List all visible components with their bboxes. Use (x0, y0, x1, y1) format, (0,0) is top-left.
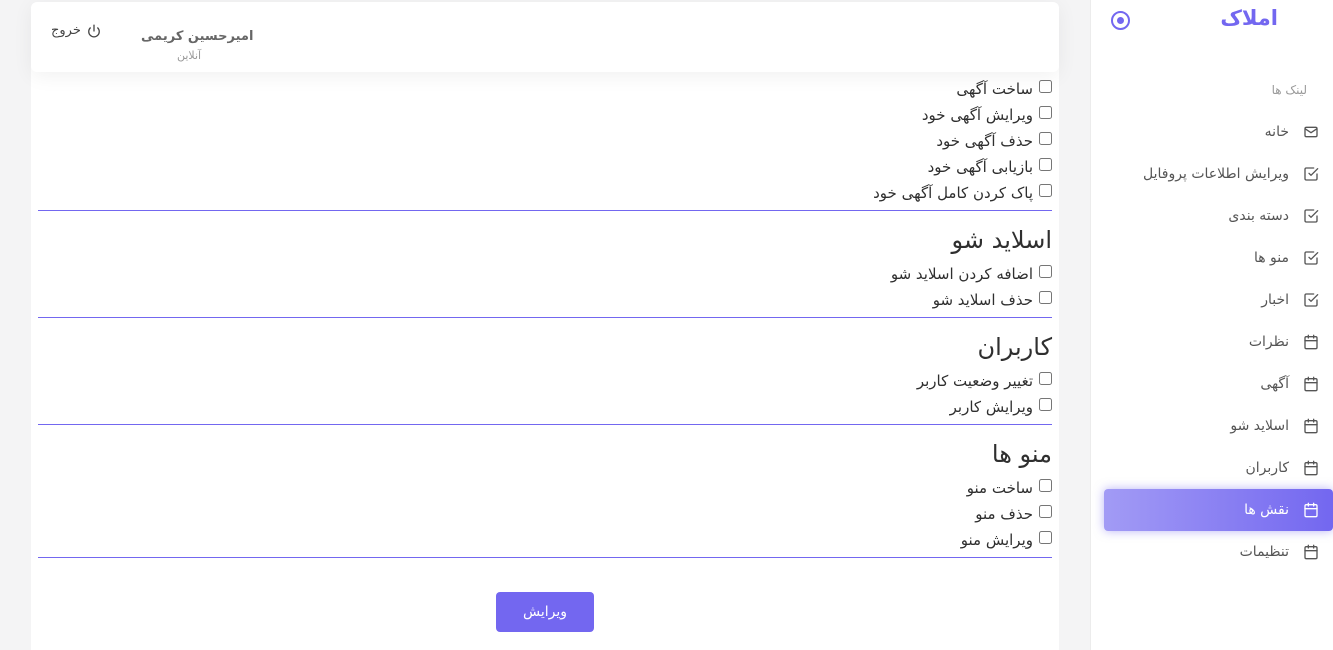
sidebar-item[interactable]: تنظیمات (1090, 531, 1333, 573)
sidebar-item[interactable]: اسلاید شو (1090, 405, 1333, 447)
section-title-menus: منو ها (991, 440, 1052, 468)
calendar-icon (1303, 418, 1319, 434)
sidebar-item[interactable]: دسته بندی (1090, 195, 1333, 237)
role-edit-card: ساخت آگهی ویرایش آگهی خود حذف آگهی خود ب… (31, 10, 1059, 650)
permissions-form: ساخت آگهی ویرایش آگهی خود حذف آگهی خود ب… (38, 62, 1052, 558)
permission-item[interactable]: ساخت منو (38, 475, 1052, 501)
permission-item[interactable]: حذف منو (38, 501, 1052, 527)
permission-item[interactable]: ساخت آگهی (38, 76, 1052, 102)
sidebar-toggle-icon[interactable] (1111, 11, 1130, 30)
sidebar-item[interactable]: ویرایش اطلاعات پروفایل (1090, 153, 1333, 195)
permission-checkbox[interactable] (1039, 397, 1052, 411)
sidebar-item-label: اسلاید شو (1230, 418, 1289, 434)
calendar-icon (1303, 544, 1319, 560)
permission-item[interactable]: ویرایش منو (38, 527, 1052, 553)
permission-checkbox[interactable] (1039, 79, 1052, 93)
permission-checkbox[interactable] (1039, 371, 1052, 385)
permission-item[interactable]: اضافه کردن اسلاید شو (38, 261, 1052, 287)
permission-checkbox[interactable] (1039, 105, 1052, 119)
user-name: امیرحسین کریمی (141, 29, 254, 44)
check-square-icon (1303, 250, 1319, 266)
sidebar-item-label: نظرات (1248, 334, 1289, 350)
submit-edit-button[interactable]: ویرایش (496, 592, 594, 632)
sidebar: املاک لینک ها خانه ویرایش اطلاعات پروفایل… (1090, 0, 1333, 650)
sidebar-item-label: آگهی (1260, 376, 1289, 392)
section-title-users: کاربران (977, 333, 1052, 361)
permission-checkbox[interactable] (1039, 264, 1052, 278)
sidebar-item-label: دسته بندی (1228, 208, 1289, 224)
sidebar-item-label: اخبار (1261, 292, 1289, 308)
permission-checkbox[interactable] (1039, 478, 1052, 492)
permission-checkbox[interactable] (1039, 131, 1052, 145)
permission-checkbox[interactable] (1039, 157, 1052, 171)
permission-item[interactable]: حذف آگهی خود (38, 128, 1052, 154)
calendar-icon (1303, 334, 1319, 350)
permission-item[interactable]: حذف اسلاید شو (38, 287, 1052, 313)
check-square-icon (1303, 208, 1319, 224)
permission-item[interactable]: تغییر وضعیت کاربر (38, 368, 1052, 394)
top-navbar: خروج امیرحسین کریمی آنلاین (31, 2, 1059, 72)
section-divider (38, 317, 1052, 318)
permission-item[interactable]: ویرایش آگهی خود (38, 102, 1052, 128)
permission-checkbox[interactable] (1039, 530, 1052, 544)
logout-button[interactable]: خروج (51, 23, 101, 38)
calendar-icon (1303, 376, 1319, 392)
section-title-slideshow: اسلاید شو (951, 226, 1052, 254)
calendar-icon (1303, 502, 1319, 518)
section-divider (38, 210, 1052, 211)
mail-icon (1303, 124, 1319, 140)
sidebar-item-label: تنظیمات (1239, 544, 1289, 560)
sidebar-item-label: کاربران (1245, 460, 1289, 476)
sidebar-item-label: ویرایش اطلاعات پروفایل (1143, 166, 1289, 182)
sidebar-item-label: نقش ها (1244, 502, 1289, 518)
permission-item[interactable]: ویرایش کاربر (38, 394, 1052, 420)
brand-logo[interactable]: املاک (1220, 6, 1278, 30)
permission-checkbox[interactable] (1039, 290, 1052, 304)
section-divider (38, 424, 1052, 425)
user-status: آنلاین (177, 49, 202, 62)
sidebar-nav: خانه ویرایش اطلاعات پروفایل دسته بندی منو ه… (1090, 111, 1333, 573)
check-square-icon (1303, 292, 1319, 308)
sidebar-item[interactable]: نظرات (1090, 321, 1333, 363)
sidebar-item[interactable]: کاربران (1090, 447, 1333, 489)
sidebar-item-label: منو ها (1253, 250, 1289, 266)
sidebar-item[interactable]: اخبار (1090, 279, 1333, 321)
permission-checkbox[interactable] (1039, 504, 1052, 518)
sidebar-item-label: خانه (1264, 124, 1289, 140)
sidebar-item[interactable]: خانه (1090, 111, 1333, 153)
permission-checkbox[interactable] (1039, 183, 1052, 197)
sidebar-item[interactable]: نقش ها (1104, 489, 1333, 531)
section-divider (38, 557, 1052, 558)
calendar-icon (1303, 460, 1319, 476)
permission-item[interactable]: پاک کردن کامل آگهی خود (38, 180, 1052, 206)
sidebar-item[interactable]: آگهی (1090, 363, 1333, 405)
sidebar-item[interactable]: منو ها (1090, 237, 1333, 279)
nav-section-header: لینک ها (1271, 83, 1307, 97)
power-icon (87, 24, 101, 38)
check-square-icon (1303, 166, 1319, 182)
permission-item[interactable]: بازیابی آگهی خود (38, 154, 1052, 180)
logout-label: خروج (51, 23, 81, 38)
